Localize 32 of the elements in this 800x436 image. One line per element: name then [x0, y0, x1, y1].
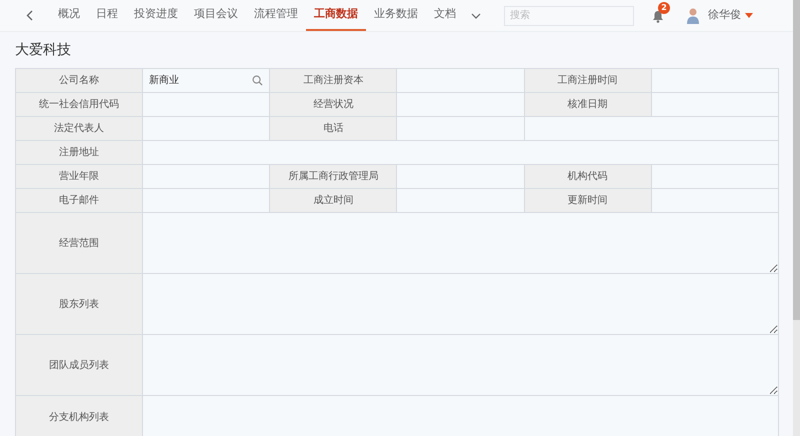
field-label: 更新时间 — [524, 189, 652, 213]
field-label: 所属工商行政管理局 — [270, 165, 398, 189]
field-label: 电子邮件 — [16, 189, 144, 213]
field-label: 电话 — [270, 117, 398, 141]
field-label: 股东列表 — [16, 274, 144, 335]
nav-tab[interactable]: 工商数据 — [306, 0, 366, 31]
search-field[interactable]: 搜索 — [504, 6, 634, 26]
user-menu-button[interactable]: 徐华俊 — [708, 7, 753, 24]
field-label: 统一社会信用代码 — [16, 93, 144, 117]
field-label: 公司名称 — [16, 69, 144, 93]
field-label: 核准日期 — [524, 93, 652, 117]
company-search-field[interactable]: 新商业 — [143, 69, 270, 93]
nav-tab[interactable]: 业务数据 — [366, 0, 426, 31]
field-label: 团队成员列表 — [16, 335, 144, 396]
field-label: 经营状况 — [270, 93, 398, 117]
field-label: 成立时间 — [270, 189, 398, 213]
notification-badge: 2 — [658, 2, 670, 14]
field-label: 工商注册资本 — [270, 69, 398, 93]
field-label: 工商注册时间 — [524, 69, 652, 93]
nav-tab[interactable]: 概况 — [50, 0, 88, 31]
nav-tab[interactable]: 投资进度 — [126, 0, 186, 31]
field-label: 法定代表人 — [16, 117, 144, 141]
field-label: 机构代码 — [524, 165, 652, 189]
field-label: 经营范围 — [16, 213, 144, 274]
field-label: 注册地址 — [16, 141, 144, 165]
page-title: 大爱科技 — [15, 41, 71, 60]
nav-tab[interactable]: 文档 — [426, 0, 464, 31]
field-label: 营业年限 — [16, 165, 144, 189]
field-label: 分支机构列表 — [16, 396, 144, 436]
nav-tab[interactable]: 日程 — [88, 0, 126, 31]
nav-tab[interactable]: 流程管理 — [246, 0, 306, 31]
nav-tab[interactable]: 项目会议 — [186, 0, 246, 31]
